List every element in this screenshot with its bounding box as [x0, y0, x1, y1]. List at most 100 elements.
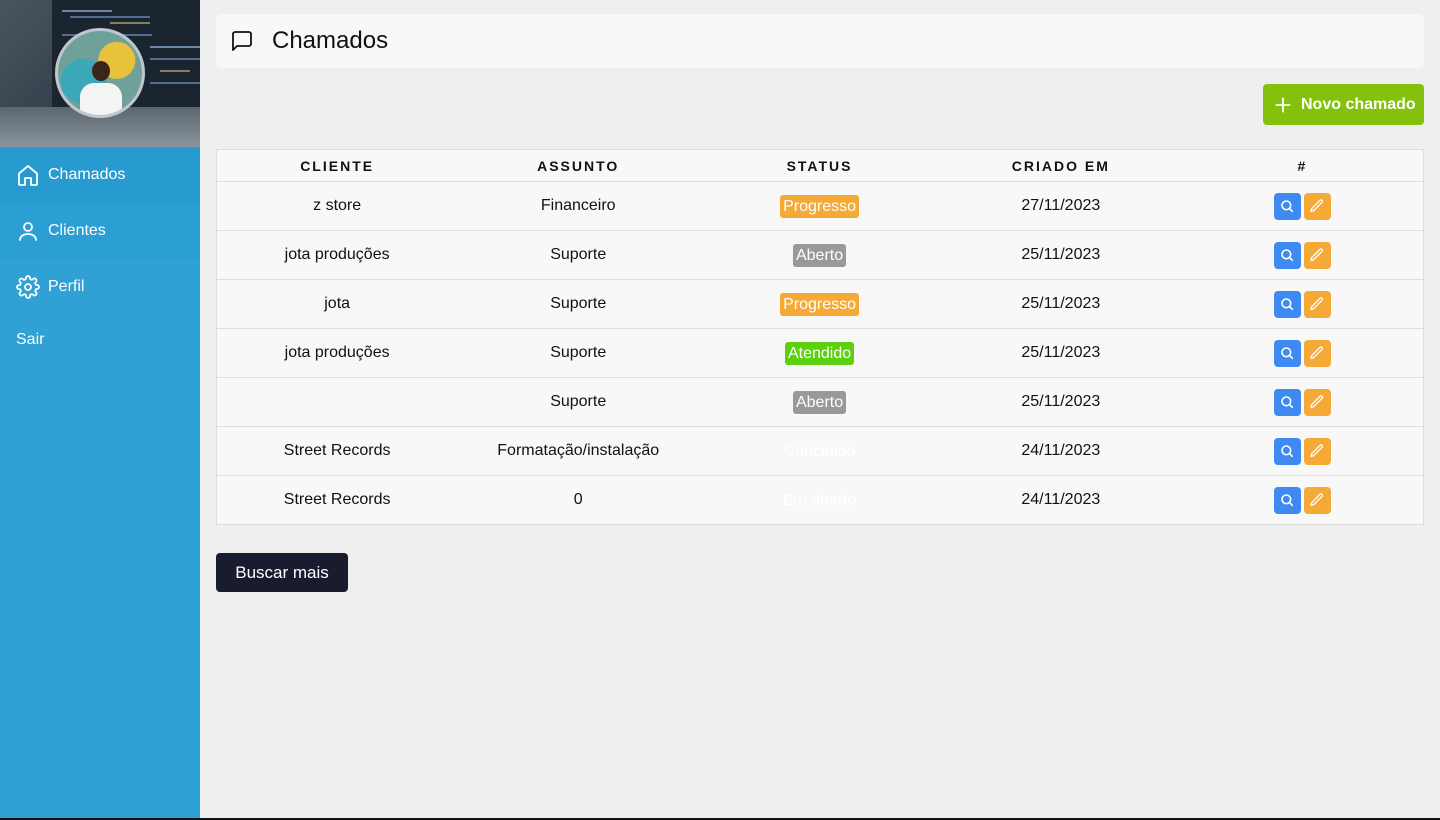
- table-row: jota produções Suporte Atendido 25/11/2023: [216, 328, 1424, 378]
- status-badge: Aberto: [792, 243, 847, 267]
- status-badge: Progresso: [780, 194, 859, 218]
- cell-criado-em: 25/11/2023: [939, 377, 1182, 427]
- cell-assunto: Suporte: [457, 230, 700, 280]
- cell-criado-em: 25/11/2023: [939, 230, 1182, 280]
- view-ticket-button[interactable]: [1273, 290, 1301, 318]
- sidebar-item-clientes[interactable]: Clientes: [0, 203, 200, 259]
- cell-status: Concluido: [699, 426, 940, 476]
- cell-cliente: [216, 377, 458, 427]
- avatar: [55, 28, 145, 118]
- table-row: jota Suporte Progresso 25/11/2023: [216, 279, 1424, 329]
- table-row: Street Records 0 Em aberto 24/11/2023: [216, 475, 1424, 525]
- page-title: Chamados: [272, 27, 389, 54]
- pencil-icon: [1309, 443, 1325, 459]
- new-ticket-label: Novo chamado: [1301, 95, 1416, 113]
- view-ticket-button[interactable]: [1273, 388, 1301, 416]
- edit-ticket-button[interactable]: [1303, 192, 1331, 220]
- pencil-icon: [1309, 492, 1325, 508]
- cell-actions: [1181, 426, 1424, 476]
- status-badge: Aberto: [792, 390, 847, 414]
- view-ticket-button[interactable]: [1273, 241, 1301, 269]
- page-header: Chamados: [216, 14, 1424, 68]
- logout-label: Sair: [16, 331, 45, 348]
- status-badge: Progresso: [780, 292, 859, 316]
- status-badge: Em aberto: [782, 491, 857, 509]
- column-header-criado-em: CRIADO EM: [939, 149, 1182, 182]
- cell-cliente: Street Records: [216, 426, 458, 476]
- cell-assunto: Suporte: [457, 377, 700, 427]
- cell-assunto: Suporte: [457, 279, 700, 329]
- cell-status: Aberto: [699, 377, 940, 427]
- cell-status: Em aberto: [699, 475, 940, 525]
- search-icon: [1279, 443, 1295, 459]
- cell-criado-em: 24/11/2023: [939, 475, 1182, 525]
- pencil-icon: [1309, 296, 1325, 312]
- pencil-icon: [1309, 247, 1325, 263]
- load-more-button[interactable]: Buscar mais: [216, 553, 348, 592]
- edit-ticket-button[interactable]: [1303, 290, 1331, 318]
- cell-assunto: Financeiro: [457, 181, 700, 231]
- message-square-icon: [232, 31, 252, 51]
- cell-status: Progresso: [699, 279, 940, 329]
- column-header-status: STATUS: [699, 149, 940, 182]
- cell-status: Aberto: [699, 230, 940, 280]
- edit-ticket-button[interactable]: [1303, 339, 1331, 367]
- cell-actions: [1181, 230, 1424, 280]
- sidebar: Chamados Clientes Perfil Sair: [0, 0, 200, 818]
- pencil-icon: [1309, 394, 1325, 410]
- sidebar-banner: [0, 0, 200, 147]
- edit-ticket-button[interactable]: [1303, 437, 1331, 465]
- sidebar-item-chamados[interactable]: Chamados: [0, 147, 200, 203]
- cell-criado-em: 24/11/2023: [939, 426, 1182, 476]
- sidebar-item-sair[interactable]: Sair: [0, 312, 200, 368]
- cell-assunto: 0: [457, 475, 700, 525]
- table-row: Street Records Formatação/instalação Concl…: [216, 426, 1424, 476]
- cell-assunto: Formatação/instalação: [457, 426, 700, 476]
- view-ticket-button[interactable]: [1273, 437, 1301, 465]
- cell-status: Progresso: [699, 181, 940, 231]
- cell-cliente: jota produções: [216, 230, 458, 280]
- cell-cliente: Street Records: [216, 475, 458, 525]
- cell-cliente: z store: [216, 181, 458, 231]
- column-header-actions: #: [1181, 149, 1424, 182]
- view-ticket-button[interactable]: [1273, 486, 1301, 514]
- cell-cliente: jota: [216, 279, 458, 329]
- tickets-table: CLIENTE ASSUNTO STATUS CRIADO EM # z sto…: [216, 149, 1424, 525]
- load-more-label: Buscar mais: [235, 562, 329, 582]
- cell-criado-em: 25/11/2023: [939, 279, 1182, 329]
- plus-icon: [1275, 96, 1291, 113]
- cell-criado-em: 27/11/2023: [939, 181, 1182, 231]
- edit-ticket-button[interactable]: [1303, 241, 1331, 269]
- cell-actions: [1181, 377, 1424, 427]
- status-badge: Atendido: [784, 341, 855, 365]
- new-ticket-button[interactable]: Novo chamado: [1263, 84, 1424, 125]
- view-ticket-button[interactable]: [1273, 339, 1301, 367]
- cell-actions: [1181, 279, 1424, 329]
- pencil-icon: [1309, 198, 1325, 214]
- cell-criado-em: 25/11/2023: [939, 328, 1182, 378]
- cell-assunto: Suporte: [457, 328, 700, 378]
- column-header-assunto: ASSUNTO: [457, 149, 700, 182]
- gear-icon: [16, 275, 40, 299]
- status-badge: Concluido: [783, 442, 856, 460]
- pencil-icon: [1309, 345, 1325, 361]
- sidebar-item-label: Clientes: [48, 222, 106, 239]
- sidebar-item-label: Perfil: [48, 278, 85, 295]
- edit-ticket-button[interactable]: [1303, 486, 1331, 514]
- search-icon: [1279, 247, 1295, 263]
- search-icon: [1279, 492, 1295, 508]
- search-icon: [1279, 345, 1295, 361]
- edit-ticket-button[interactable]: [1303, 388, 1331, 416]
- sidebar-item-label: Chamados: [48, 166, 126, 183]
- home-icon: [18, 165, 38, 186]
- view-ticket-button[interactable]: [1273, 192, 1301, 220]
- cell-actions: [1181, 328, 1424, 378]
- sidebar-item-perfil[interactable]: Perfil: [0, 259, 200, 315]
- user-icon: [19, 222, 37, 241]
- cell-actions: [1181, 181, 1424, 231]
- table-row: z store Financeiro Progresso 27/11/2023: [216, 181, 1424, 231]
- search-icon: [1279, 296, 1295, 312]
- cell-cliente: jota produções: [216, 328, 458, 378]
- search-icon: [1279, 198, 1295, 214]
- table-row: Suporte Aberto 25/11/2023: [216, 377, 1424, 427]
